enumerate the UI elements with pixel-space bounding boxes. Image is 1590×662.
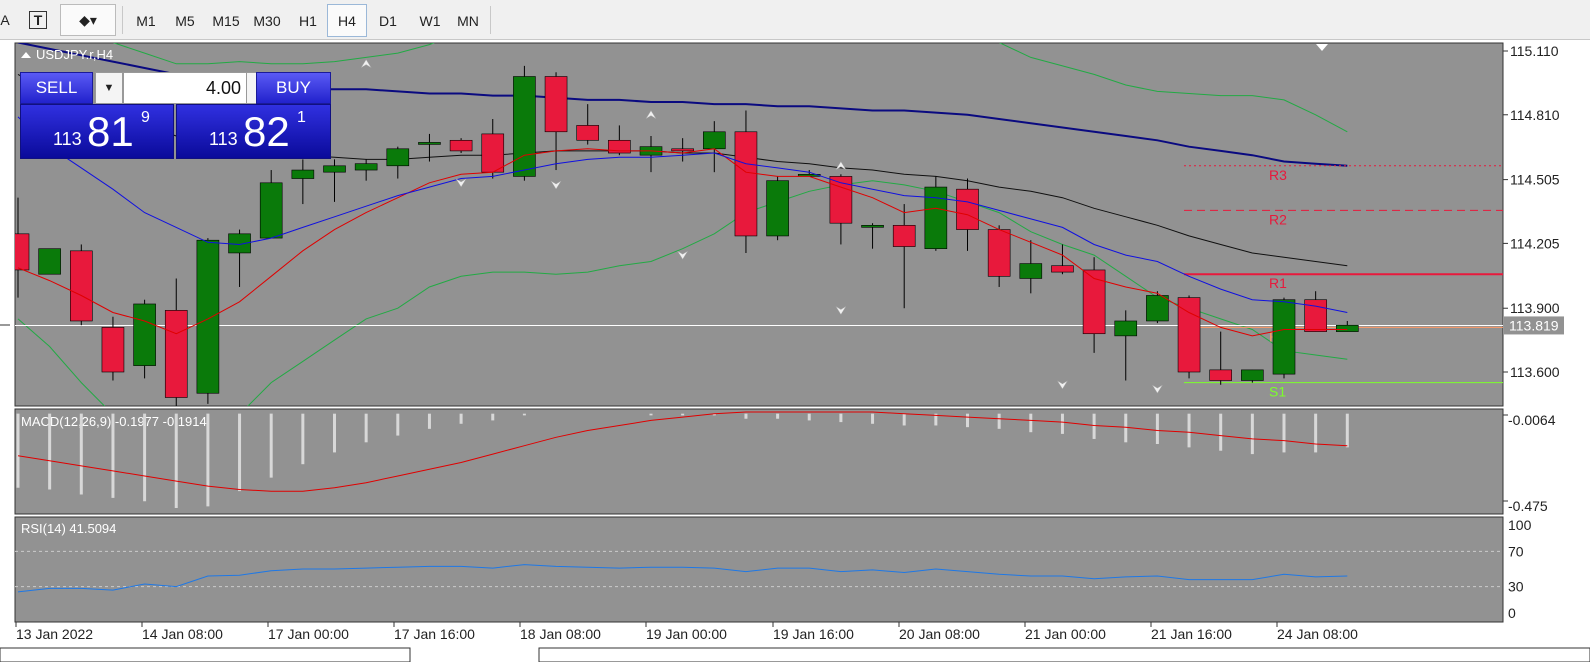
candle-body [101, 327, 125, 373]
price-tick-label: 114.505 [1510, 172, 1560, 188]
time-tick-label: 14 Jan 08:00 [142, 626, 223, 642]
bottom-tab [0, 647, 411, 662]
time-tick-label: 20 Jan 08:00 [899, 626, 980, 642]
candle-body [671, 148, 694, 152]
candle-body [164, 310, 188, 398]
candle-body [987, 229, 1011, 277]
lot-input[interactable]: 4.00 [123, 72, 248, 104]
candle-body [734, 131, 758, 237]
bid-price-box[interactable]: 113 81 9 [20, 104, 174, 159]
candle-body [354, 163, 378, 171]
candle-body [291, 169, 315, 179]
candle-body [1241, 369, 1264, 381]
pivot-label-s1: S1 [1269, 384, 1286, 400]
rsi-tick-label: 0 [1508, 605, 1516, 621]
time-tick-label: 21 Jan 16:00 [1151, 626, 1232, 642]
bid-price-big: 81 [87, 108, 134, 155]
candle-body [418, 142, 441, 145]
candle-body [956, 188, 979, 230]
bid-price-sup: 9 [141, 109, 150, 126]
rsi-tick-label: 100 [1508, 517, 1532, 533]
candle-body [1304, 299, 1327, 332]
candle-body [1051, 265, 1074, 273]
pivot-label-r3: R3 [1269, 167, 1287, 183]
time-tick-label: 17 Jan 16:00 [394, 626, 475, 642]
rsi-tick-label: 30 [1508, 579, 1524, 595]
candle-body [323, 165, 346, 173]
left-gutter [0, 43, 14, 623]
pivot-label-r1: R1 [1269, 275, 1287, 291]
bottom-tab [538, 647, 1590, 662]
candle-body [1114, 320, 1138, 337]
candle-body [924, 186, 948, 250]
price-tick-label: 114.810 [1510, 107, 1560, 123]
candle-body [386, 148, 410, 167]
sell-button[interactable]: SELL [20, 72, 93, 104]
candle-body [1082, 269, 1106, 335]
candle-body [1146, 295, 1169, 322]
bid-price-small: 113 [53, 129, 82, 149]
macd-tick-label: -0.475 [1508, 498, 1548, 514]
candle-body [892, 225, 916, 247]
one-click-trading-panel: SELL ▼ 4.00 ▲ BUY 113 81 9 113 82 1 [20, 72, 331, 159]
rsi-pane-bg [14, 516, 1504, 623]
macd-tick-label: -0.0064 [1508, 412, 1556, 428]
candle-body [133, 303, 156, 366]
candle-body [1336, 324, 1359, 332]
ask-price-small: 113 [209, 129, 238, 149]
candle-body [1272, 299, 1296, 375]
candle-body [861, 225, 884, 228]
candle-body [766, 180, 789, 237]
candle-body [70, 250, 93, 322]
price-tick-label: 113.900 [1510, 300, 1560, 316]
candle-body [259, 182, 283, 239]
candle-body [481, 133, 505, 173]
time-tick-label: 21 Jan 00:00 [1025, 626, 1106, 642]
ask-price-big: 82 [243, 108, 290, 155]
candle-body [1209, 369, 1232, 381]
time-tick-label: 17 Jan 00:00 [268, 626, 349, 642]
candle-body [513, 76, 536, 177]
current-price-tag: 113.819 [1509, 317, 1559, 333]
time-tick-label: 19 Jan 00:00 [646, 626, 727, 642]
candle-body [1019, 263, 1043, 279]
ask-price-sup: 1 [297, 109, 306, 126]
rsi-label: RSI(14) 41.5094 [21, 521, 116, 536]
time-tick-label: 19 Jan 16:00 [773, 626, 854, 642]
candle-body [38, 248, 61, 275]
candle-body [544, 76, 568, 133]
price-tick-label: 115.110 [1510, 43, 1559, 59]
rsi-tick-label: 70 [1508, 543, 1524, 559]
price-tick-label: 113.600 [1510, 364, 1560, 380]
candle-body [1177, 297, 1201, 373]
symbol-label: USDJPY.r,H4 [36, 47, 113, 62]
lot-decrease-icon[interactable]: ▼ [95, 72, 123, 104]
candle-body [702, 131, 726, 150]
time-tick-label: 18 Jan 08:00 [520, 626, 601, 642]
ask-price-box[interactable]: 113 82 1 [176, 104, 331, 159]
time-tick-label: 13 Jan 2022 [16, 626, 93, 642]
candle-body [576, 125, 600, 141]
buy-button[interactable]: BUY [256, 72, 331, 104]
candle-body [196, 239, 220, 394]
candle-body [449, 139, 473, 152]
time-tick-label: 24 Jan 08:00 [1277, 626, 1358, 642]
candle-body [829, 176, 853, 224]
pivot-label-r2: R2 [1269, 211, 1287, 227]
price-tick-label: 114.205 [1510, 235, 1560, 251]
